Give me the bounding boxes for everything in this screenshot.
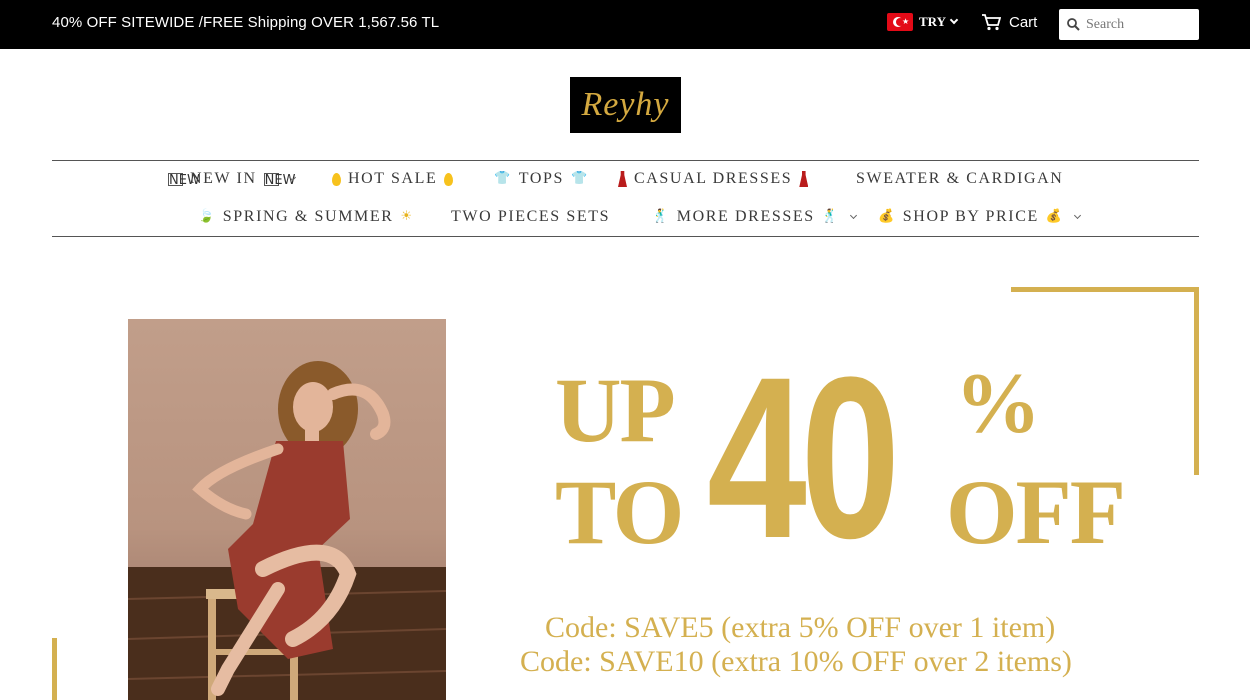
logo-text: Reyhy: [581, 86, 670, 123]
new-badge-icon: NEW: [263, 172, 296, 188]
banner-frame-top: [1011, 287, 1199, 292]
model-illustration: [128, 361, 446, 700]
nav-item-tops[interactable]: 👕 TOPS 👕: [494, 170, 596, 188]
nav-label: SHOP BY PRICE: [902, 208, 1039, 225]
nav-divider-top: [52, 160, 1199, 161]
sun-icon: ☀: [400, 209, 414, 224]
promo-up-text: UP: [555, 359, 676, 461]
announcement-text: 40% OFF SITEWIDE /FREE Shipping OVER 1,5…: [52, 14, 440, 31]
promo-percent-sign: %: [955, 355, 1041, 451]
nav-item-casual-dresses[interactable]: CASUAL DRESSES: [618, 170, 815, 188]
search-box[interactable]: [1059, 9, 1199, 40]
currency-selector[interactable]: ★ TRY: [887, 13, 959, 31]
promo-off-text: OFF: [946, 461, 1126, 563]
promo-code-save5: Code: SAVE5 (extra 5% OFF over 1 item): [545, 611, 1056, 644]
chevron-down-icon: [949, 15, 959, 25]
cart-icon: [982, 14, 1001, 31]
fire-icon: [444, 172, 454, 186]
nav-divider-bottom: [52, 236, 1199, 237]
dancer-icon: 🕺: [652, 209, 670, 224]
promo-to-text: TO: [555, 461, 684, 563]
currency-code: TRY: [919, 14, 946, 29]
tshirt-icon: 👕: [494, 171, 512, 186]
nav-label: MORE DRESSES: [676, 208, 815, 225]
tshirt-icon: 👕: [571, 171, 589, 186]
nav-label: SPRING & SUMMER: [222, 208, 394, 225]
banner-model-photo[interactable]: [128, 319, 446, 700]
nav-item-new-in[interactable]: NEW NEW IN NEW: [168, 170, 296, 188]
money-bag-icon: 💰: [1045, 209, 1064, 224]
cart-link[interactable]: Cart: [981, 13, 1037, 31]
search-input[interactable]: [1086, 16, 1196, 33]
fire-icon: [332, 172, 341, 186]
nav-item-more-dresses[interactable]: 🕺 MORE DRESSES 🕺: [652, 208, 857, 226]
search-icon: [1067, 18, 1080, 31]
cart-label: Cart: [1009, 13, 1038, 31]
nav-item-sweater-cardigan[interactable]: SWEATER & CARDIGAN: [856, 170, 1063, 188]
nav-item-spring-summer[interactable]: 🍃 SPRING & SUMMER ☀: [198, 208, 421, 226]
new-badge-icon: NEW: [168, 172, 200, 188]
leaf-icon: 🍃: [198, 209, 216, 224]
announcement-bar: 40% OFF SITEWIDE /FREE Shipping OVER 1,5…: [0, 0, 1250, 49]
promo-discount-number: 40: [707, 329, 900, 586]
banner-frame-right: [1194, 287, 1199, 475]
nav-item-two-pieces-sets[interactable]: TWO PIECES SETS: [451, 208, 610, 226]
nav-label: TWO PIECES SETS: [451, 208, 611, 225]
dress-icon: [618, 171, 627, 187]
nav-label: SWEATER & CARDIGAN: [856, 170, 1064, 187]
promo-code-save10: Code: SAVE10 (extra 10% OFF over 2 items…: [520, 645, 1072, 678]
dress-icon: [799, 171, 809, 187]
dancer-icon: 🕺: [821, 209, 840, 224]
chevron-down-icon: [1073, 211, 1081, 219]
nav-label: HOT SALE: [348, 170, 438, 187]
money-bag-icon: 💰: [878, 209, 896, 224]
nav-label: NEW IN: [190, 170, 257, 187]
chevron-down-icon: [849, 211, 857, 219]
nav-item-shop-by-price[interactable]: 💰 SHOP BY PRICE 💰: [878, 208, 1081, 226]
banner-frame-left: [52, 638, 57, 700]
nav-label: CASUAL DRESSES: [634, 170, 793, 187]
site-logo[interactable]: Reyhy: [570, 77, 681, 133]
nav-label: TOPS: [518, 170, 565, 187]
nav-item-hot-sale[interactable]: HOT SALE: [332, 170, 460, 188]
turkey-flag-icon: ★: [887, 13, 913, 31]
